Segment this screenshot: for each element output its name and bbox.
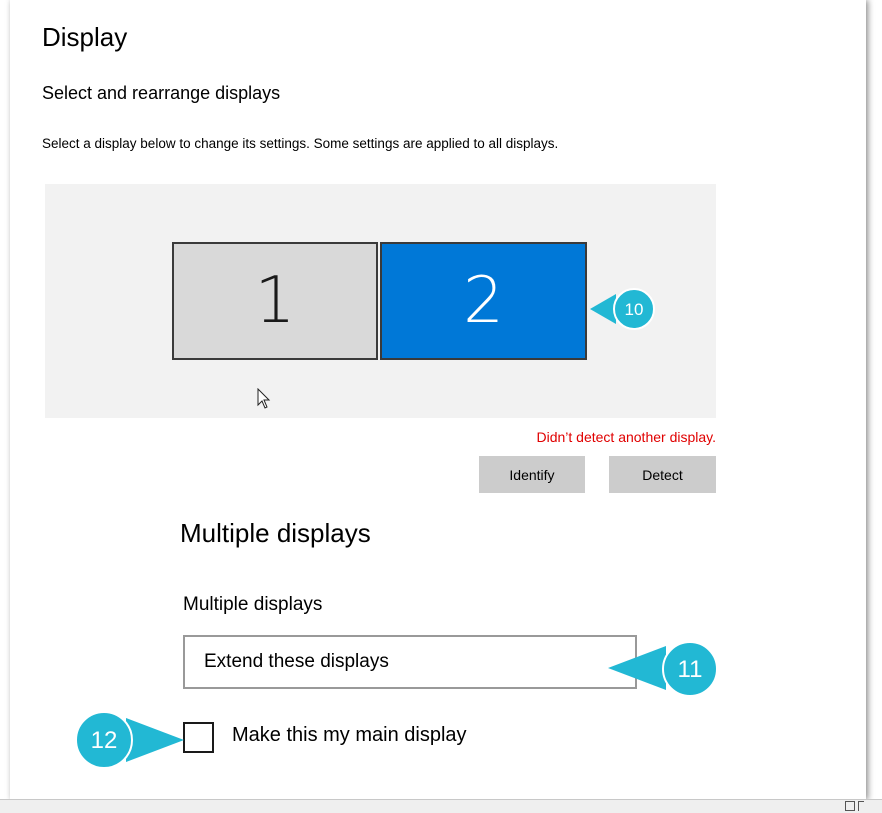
main-display-checkbox[interactable] <box>183 722 214 753</box>
callout-10: 10 <box>590 288 655 330</box>
identify-button[interactable]: Identify <box>479 456 585 493</box>
description-text: Select a display below to change its set… <box>42 136 559 151</box>
section-subtitle: Select and rearrange displays <box>42 83 281 103</box>
display-2-tile[interactable]: 2 <box>380 242 587 360</box>
window-corner-icon <box>845 801 855 811</box>
detect-button[interactable]: Detect <box>609 456 716 493</box>
dropdown-value: Extend these displays <box>204 651 389 672</box>
page-title: Display <box>42 22 128 52</box>
callout-12: 12 <box>75 711 184 769</box>
callout-10-label: 10 <box>625 300 644 319</box>
multiple-displays-label: Multiple displays <box>183 594 323 615</box>
main-display-label: Make this my main display <box>232 724 467 746</box>
multiple-displays-heading: Multiple displays <box>180 518 371 548</box>
multiple-displays-dropdown[interactable]: Extend these displays <box>183 635 637 689</box>
callout-11: 11 <box>608 641 718 697</box>
callout-12-label: 12 <box>91 727 118 754</box>
detect-warning: Didn’t detect another display. <box>536 429 716 445</box>
window-corner-edge-icon <box>858 801 864 811</box>
display-1-tile[interactable]: 1 <box>172 242 378 360</box>
bottom-strip <box>0 799 882 813</box>
callout-11-label: 11 <box>678 656 703 683</box>
mouse-cursor-icon <box>257 388 271 409</box>
